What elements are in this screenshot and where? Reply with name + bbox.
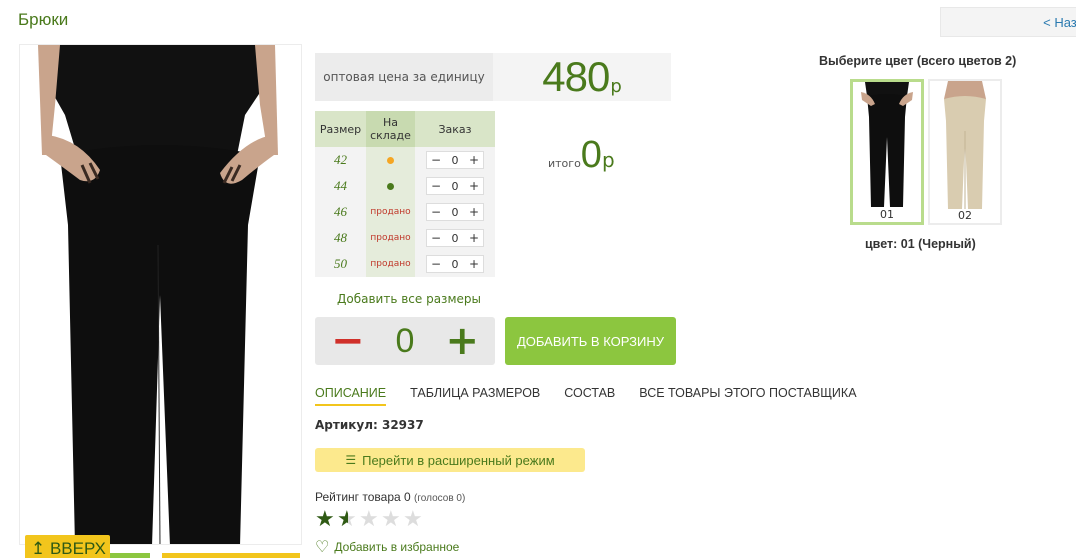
size-value: 46 [315, 199, 366, 225]
price-label: оптовая цена за единицу [315, 53, 493, 101]
size-header: Размер [315, 111, 366, 147]
color-swatch-02[interactable]: 02 [928, 79, 1002, 225]
color-picker-title: Выберите цвет (всего цветов 2) [819, 54, 1017, 68]
size-row: 44 −0 + [315, 173, 495, 199]
size-value: 48 [315, 225, 366, 251]
size-quantity-value[interactable]: 0 [452, 206, 459, 219]
heart-icon: ♡ [315, 539, 330, 556]
stock-status: продано [366, 225, 415, 251]
star-icon[interactable]: ★ [315, 509, 337, 531]
extended-mode-label: Перейти в расширенный режим [362, 452, 555, 468]
order-cell: −0 + [415, 225, 495, 251]
total-label: итого [548, 157, 581, 170]
price-currency: р [610, 75, 622, 97]
price-box: оптовая цена за единицу 480 р [315, 53, 671, 101]
size-quantity-stepper: −0 + [426, 177, 484, 195]
stock-status [366, 147, 415, 173]
star-icon[interactable]: ★ [337, 509, 359, 531]
total-value: 0 [580, 134, 602, 176]
sold-label: продано [370, 207, 411, 217]
favorites-label: Добавить в избранное [334, 540, 460, 554]
stock-status [366, 173, 415, 199]
size-quantity-value[interactable]: 0 [452, 154, 459, 167]
sold-label: продано [370, 233, 411, 243]
size-plus-button[interactable]: + [469, 257, 479, 271]
bottom-green-button[interactable] [110, 553, 150, 558]
size-row: 46 продано −0 + [315, 199, 495, 225]
size-minus-button[interactable]: − [431, 153, 441, 167]
price-value: 480 р [493, 53, 671, 101]
size-minus-button[interactable]: − [431, 257, 441, 271]
tab-description[interactable]: ОПИСАНИЕ [315, 386, 387, 406]
size-quantity-stepper: −0 + [426, 229, 484, 247]
size-quantity-stepper: −0 + [426, 151, 484, 169]
stock-dot-icon [387, 156, 394, 164]
quantity-plus-button[interactable]: + [445, 321, 479, 361]
size-row: 50 продано −0 + [315, 251, 495, 277]
tab-composition[interactable]: СОСТАВ [564, 386, 615, 406]
sold-label: продано [370, 259, 411, 269]
rating-label: Рейтинг товара 0 [315, 490, 411, 504]
order-cell: −0 + [415, 199, 495, 225]
size-table: Размер На складе Заказ 42−0 +44−0 +46 прода… [315, 111, 495, 277]
add-to-cart-button[interactable]: ДОБАВИТЬ В КОРЗИНУ [505, 317, 676, 365]
list-icon: ☰ [345, 453, 357, 467]
quantity-minus-button[interactable]: − [331, 321, 365, 361]
size-plus-button[interactable]: + [469, 179, 479, 193]
star-icon[interactable]: ★ [359, 509, 381, 531]
bottom-yellow-button[interactable] [162, 553, 300, 558]
page-title: Брюки [18, 10, 69, 29]
size-value: 42 [315, 147, 366, 173]
order-cell: −0 + [415, 173, 495, 199]
back-link[interactable]: < Наза [940, 7, 1076, 37]
tab-size-chart[interactable]: ТАБЛИЦА РАЗМЕРОВ [410, 386, 540, 406]
quantity-stepper: − 0 + [315, 317, 495, 365]
stock-dot-icon [387, 182, 394, 190]
size-minus-button[interactable]: − [431, 231, 441, 245]
total-currency: р [601, 148, 615, 172]
swatch-label: 01 [880, 208, 894, 221]
star-icon[interactable]: ★ [381, 509, 403, 531]
size-plus-button[interactable]: + [469, 205, 479, 219]
product-photo[interactable] [19, 44, 302, 545]
size-row: 42 −0 + [315, 147, 495, 173]
stock-status: продано [366, 199, 415, 225]
extended-mode-button[interactable]: ☰ Перейти в расширенный режим [315, 448, 585, 472]
size-plus-button[interactable]: + [469, 231, 479, 245]
size-value: 50 [315, 251, 366, 277]
rating-stars[interactable]: ★ ★ ★ ★ ★ [315, 509, 425, 531]
size-minus-button[interactable]: − [431, 205, 441, 219]
size-plus-button[interactable]: + [469, 153, 479, 167]
size-quantity-stepper: −0 + [426, 203, 484, 221]
product-tabs: ОПИСАНИЕ ТАБЛИЦА РАЗМЕРОВ СОСТАВ ВСЕ ТОВ… [315, 386, 881, 406]
size-value: 44 [315, 173, 366, 199]
add-all-sizes-link[interactable]: Добавить все размеры [337, 292, 481, 306]
size-quantity-value[interactable]: 0 [452, 180, 459, 193]
quantity-value[interactable]: 0 [396, 322, 415, 361]
article-number: Артикул: 32937 [315, 418, 424, 432]
price-number: 480 [542, 53, 610, 100]
size-minus-button[interactable]: − [431, 179, 441, 193]
star-icon[interactable]: ★ [403, 509, 425, 531]
black-pants-thumbnail [861, 82, 913, 207]
size-quantity-stepper: −0 + [426, 255, 484, 273]
order-cell: −0 + [415, 147, 495, 173]
swatch-label: 02 [958, 209, 972, 222]
color-swatch-01[interactable]: 01 [850, 79, 924, 225]
size-quantity-value[interactable]: 0 [452, 232, 459, 245]
scroll-up-button[interactable]: ↥ ВВЕРХ [25, 535, 110, 558]
stock-status: продано [366, 251, 415, 277]
size-quantity-value[interactable]: 0 [452, 258, 459, 271]
current-color: цвет: 01 (Черный) [865, 237, 976, 251]
total: итого 0 р [548, 134, 615, 177]
add-to-favorites[interactable]: ♡ Добавить в избранное [315, 537, 459, 557]
stock-header: На складе [366, 111, 415, 147]
order-header: Заказ [415, 111, 495, 147]
beige-pants-thumbnail [944, 81, 986, 209]
rating-votes: (голосов 0) [414, 493, 466, 504]
size-row: 48 продано −0 + [315, 225, 495, 251]
tab-supplier-products[interactable]: ВСЕ ТОВАРЫ ЭТОГО ПОСТАВЩИКА [639, 386, 856, 406]
rating-text: Рейтинг товара 0 (голосов 0) [315, 490, 465, 504]
order-cell: −0 + [415, 251, 495, 277]
